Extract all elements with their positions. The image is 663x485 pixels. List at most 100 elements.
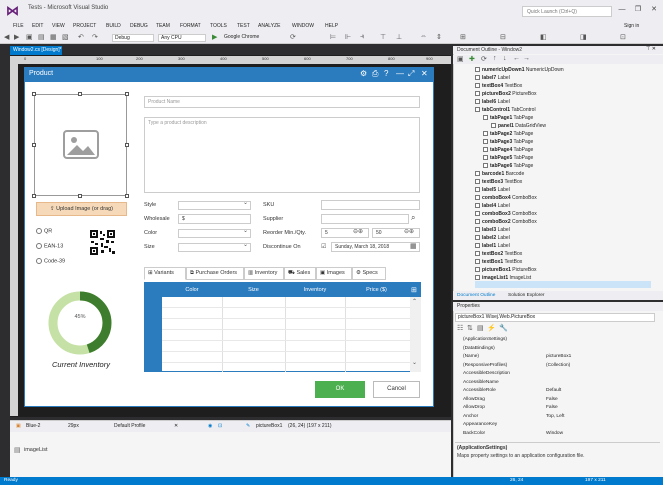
outline-item[interactable]: textBox1 TextBox bbox=[475, 259, 522, 265]
spacing-icon[interactable]: ⊞ bbox=[460, 33, 466, 41]
same-width-icon[interactable]: ⇔ bbox=[420, 33, 427, 40]
new-project-icon[interactable]: ▣ bbox=[26, 33, 33, 41]
radio-ean13[interactable]: EAN-13 bbox=[36, 243, 63, 249]
outline-item[interactable]: pictureBox2 PictureBox bbox=[475, 91, 536, 97]
radio-qr[interactable]: QR bbox=[36, 228, 52, 234]
stepper-minus-icon[interactable]: ⊖⊕ bbox=[353, 228, 363, 235]
menu-tools[interactable]: TOOLS bbox=[210, 23, 227, 29]
outline-item[interactable]: tabPage6 TabPage bbox=[483, 163, 533, 169]
alphabetical-icon[interactable]: ⇅ bbox=[467, 324, 473, 332]
outline-item[interactable]: comboBox3 ComboBox bbox=[475, 211, 537, 217]
save-all-icon[interactable]: ▧ bbox=[62, 33, 69, 41]
close-button[interactable]: ✕ bbox=[648, 4, 660, 16]
align-middle-icon[interactable]: ⊥ bbox=[396, 33, 402, 41]
maximize-button[interactable]: ❐ bbox=[632, 4, 644, 16]
resize-handle[interactable] bbox=[32, 92, 36, 96]
grid-scrollbar[interactable]: ⌃ ⌄ bbox=[410, 297, 421, 372]
form-minimize-icon[interactable]: — bbox=[396, 69, 404, 78]
outline-item[interactable]: label2 Label bbox=[475, 235, 510, 241]
outline-item[interactable]: label6 Label bbox=[475, 99, 510, 105]
outline-add-icon[interactable]: ✚ bbox=[469, 55, 475, 63]
scroll-down-icon[interactable]: ⌄ bbox=[412, 359, 417, 366]
tab-sales[interactable]: ⛟ Sales bbox=[284, 267, 316, 280]
align-center-icon[interactable]: ⊩ bbox=[345, 33, 351, 41]
resize-handle[interactable] bbox=[32, 194, 36, 198]
discontinue-checkbox[interactable]: ☑ bbox=[321, 243, 326, 250]
tab-variants[interactable]: ⊞ Variants bbox=[144, 267, 186, 280]
scroll-up-icon[interactable]: ⌃ bbox=[412, 298, 417, 305]
delete-icon[interactable]: ✕ bbox=[174, 423, 178, 429]
resize-handle[interactable] bbox=[125, 194, 129, 198]
outline-item[interactable]: label1 Label bbox=[475, 243, 510, 249]
tab-specs[interactable]: ⚙ Specs bbox=[352, 267, 386, 280]
menu-format[interactable]: FORMAT bbox=[180, 23, 201, 29]
outline-item[interactable]: numericUpDown1 NumericUpDown bbox=[475, 67, 564, 73]
product-name-input[interactable]: Product Name bbox=[144, 96, 420, 108]
document-tab-window2-design[interactable]: Window2.cs [Design]* bbox=[10, 46, 62, 55]
outline-item[interactable]: tabPage2 TabPage bbox=[483, 131, 533, 137]
property-row[interactable]: (Name) pictureBox1 bbox=[455, 354, 655, 361]
tab-document-outline[interactable]: Document Outline bbox=[457, 293, 495, 298]
outline-item[interactable]: label5 Label bbox=[475, 187, 510, 193]
same-height-icon[interactable]: ⇕ bbox=[436, 33, 442, 41]
menu-view[interactable]: VIEW bbox=[52, 23, 65, 29]
supplier-input[interactable] bbox=[321, 214, 409, 224]
column-header-inventory[interactable]: Inventory bbox=[285, 287, 345, 293]
property-row[interactable]: AccessibleName bbox=[455, 380, 655, 387]
snap-icon[interactable]: ⊡ bbox=[218, 423, 222, 429]
property-row[interactable]: (ResponsiveProfiles) (Collection) bbox=[455, 363, 655, 370]
align-top-icon[interactable]: ⊤ bbox=[380, 33, 386, 41]
bring-front-icon[interactable]: ◧ bbox=[540, 33, 547, 41]
run-target-select[interactable]: Google Chrome bbox=[222, 34, 280, 42]
property-row[interactable]: AllowDrag False bbox=[455, 397, 655, 404]
tab-purchase-orders[interactable]: ⧉ Purchase Orders bbox=[186, 267, 244, 280]
outline-item[interactable]: textBox2 TextBox bbox=[475, 251, 522, 257]
style-select[interactable] bbox=[178, 199, 251, 210]
menu-test[interactable]: TEST bbox=[237, 23, 250, 29]
resize-handle[interactable] bbox=[125, 92, 129, 96]
calendar-icon[interactable]: ▦ bbox=[410, 242, 417, 250]
tab-inventory[interactable]: ▥ Inventory bbox=[244, 267, 284, 280]
menu-file[interactable]: FILE bbox=[13, 23, 24, 29]
upload-image-button[interactable]: ⇪ Upload Image (or drag) bbox=[36, 202, 127, 216]
property-row[interactable]: AppearanceKey bbox=[455, 422, 655, 429]
outline-item[interactable]: imageList1 ImageList bbox=[475, 275, 531, 281]
menu-debug[interactable]: DEBUG bbox=[130, 23, 148, 29]
menu-project[interactable]: PROJECT bbox=[73, 23, 96, 29]
ok-button[interactable]: OK bbox=[315, 381, 365, 398]
settings-icon[interactable]: ⚙ bbox=[360, 69, 367, 78]
align-left-icon[interactable]: ⊨ bbox=[330, 33, 336, 41]
column-header-color[interactable]: Color bbox=[162, 287, 222, 293]
menu-build[interactable]: BUILD bbox=[106, 23, 121, 29]
property-row[interactable]: (ApplicationSettings) bbox=[455, 337, 655, 344]
property-row[interactable]: AllowDrop False bbox=[455, 405, 655, 412]
undo-icon[interactable]: ↶ bbox=[78, 33, 84, 41]
image-list-component[interactable]: imageList bbox=[24, 447, 48, 453]
outline-up-icon[interactable]: ↑ bbox=[493, 55, 497, 62]
outline-item[interactable]: pictureBox1 PictureBox bbox=[475, 267, 536, 273]
outline-item[interactable]: tabPage1 TabPage bbox=[483, 115, 533, 121]
center-h-icon[interactable]: ⊟ bbox=[500, 33, 506, 41]
column-header-size[interactable]: Size bbox=[222, 287, 285, 293]
save-icon[interactable]: ▦ bbox=[50, 33, 57, 41]
outline-item[interactable]: barcode1 Barcode bbox=[475, 171, 524, 177]
tab-order-icon[interactable]: ⊡ bbox=[620, 33, 626, 41]
properties-icon[interactable]: ▤ bbox=[477, 324, 484, 332]
refresh-icon[interactable]: ⟳ bbox=[290, 33, 296, 41]
outline-new-icon[interactable]: ▣ bbox=[457, 55, 464, 63]
pin-icon[interactable]: ⊤ ✕ bbox=[646, 46, 656, 52]
start-icon[interactable]: ▶ bbox=[212, 33, 217, 41]
redo-icon[interactable]: ↷ bbox=[92, 33, 98, 41]
tab-solution-explorer[interactable]: Solution Explorer bbox=[508, 293, 545, 298]
profile-select[interactable]: Default Profile bbox=[114, 423, 145, 429]
property-row[interactable]: BackColor Window bbox=[455, 431, 655, 438]
search-icon[interactable]: ⌕ bbox=[411, 213, 415, 223]
platform-select[interactable]: Any CPU bbox=[158, 34, 206, 42]
outline-item[interactable]: textBox4 TextBox bbox=[475, 83, 522, 89]
menu-help[interactable]: HELP bbox=[325, 23, 338, 29]
size-select[interactable] bbox=[178, 241, 251, 252]
open-icon[interactable]: ▤ bbox=[38, 33, 45, 41]
help-icon[interactable]: ? bbox=[384, 69, 388, 78]
property-row[interactable]: Anchor Top, Left bbox=[455, 414, 655, 421]
outline-left-icon[interactable]: ← bbox=[513, 55, 520, 62]
